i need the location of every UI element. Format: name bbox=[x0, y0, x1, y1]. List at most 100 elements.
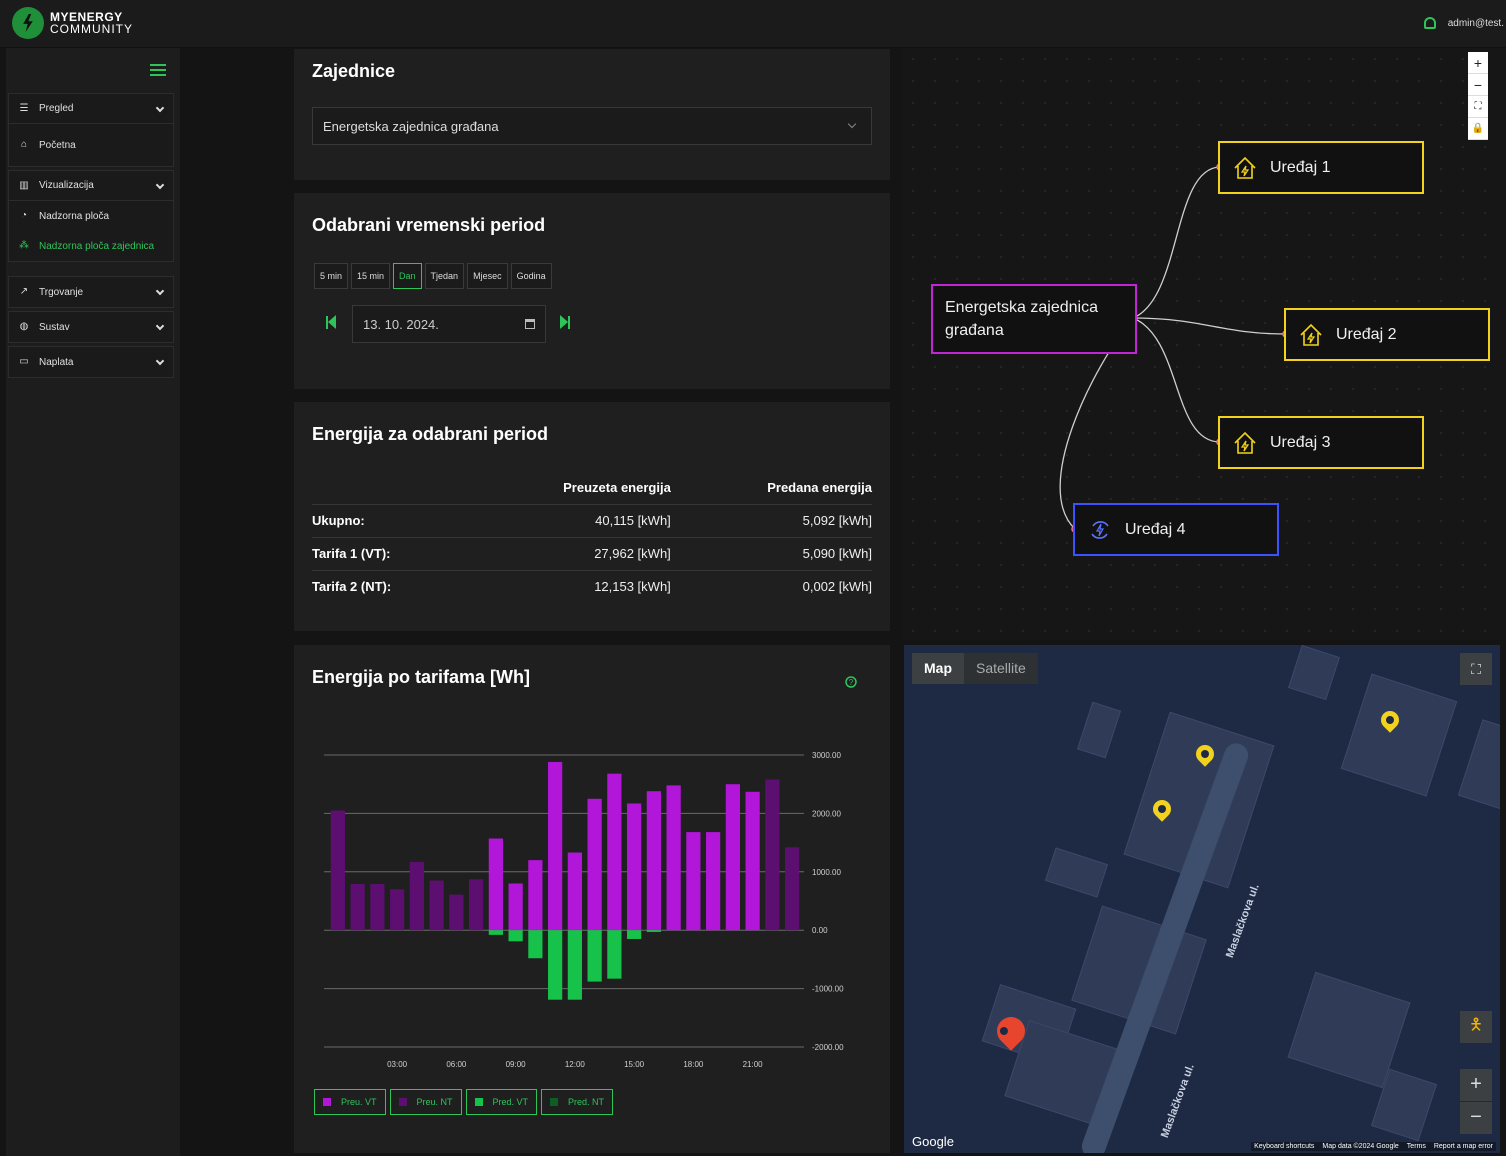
map-zoom-in-button[interactable]: + bbox=[1460, 1069, 1492, 1101]
network-icon: ⁂ bbox=[19, 240, 29, 251]
chevron-down-icon bbox=[847, 119, 857, 129]
bar-preu-vt bbox=[646, 791, 661, 931]
chevron-down-icon bbox=[155, 356, 165, 366]
bar-chart-icon: ▥ bbox=[19, 179, 29, 191]
bar-pred-vt bbox=[567, 930, 582, 1000]
map-zoom-out-button[interactable]: − bbox=[1460, 1102, 1492, 1134]
legend-pred-nt[interactable]: Pred. NT bbox=[541, 1089, 614, 1115]
dashboard-icon: ◔ bbox=[20, 210, 28, 221]
lock-button[interactable]: 🔒 bbox=[1468, 118, 1488, 140]
user-menu[interactable]: admin@test. bbox=[1423, 17, 1504, 29]
bar-preu-nt bbox=[469, 879, 484, 931]
legend-pred-vt[interactable]: Pred. VT bbox=[465, 1089, 538, 1115]
table-row: Ukupno: 40,115 [kWh] 5,092 [kWh] bbox=[312, 504, 872, 538]
x-tick-label: 21:00 bbox=[743, 1060, 764, 1069]
pegman-icon[interactable]: 🯅 bbox=[1460, 1011, 1492, 1043]
bar-pred-vt bbox=[528, 930, 543, 959]
y-tick-label: 0.00 bbox=[812, 926, 828, 935]
sidebar-item-pregled[interactable]: ☰ Pregled bbox=[9, 94, 173, 124]
community-graph: + − ⛶ 🔒 Energetska zajednica građana Ure… bbox=[902, 48, 1506, 640]
period-month-button[interactable]: Mjesec bbox=[467, 263, 508, 289]
energy-title: Energija za odabrani period bbox=[312, 424, 549, 444]
bar-pred-vt bbox=[607, 930, 622, 979]
graph-device-node-1[interactable]: Uređaj 1 bbox=[1218, 141, 1424, 194]
bar-preu-vt bbox=[567, 852, 582, 931]
wallet-icon: ▭ bbox=[19, 356, 29, 367]
logo-line2: COMMUNITY bbox=[50, 22, 133, 36]
bar-pred-vt bbox=[646, 930, 661, 932]
sidebar-item-trgovanje[interactable]: ↗ Trgovanje bbox=[9, 277, 173, 307]
user-email: admin@test. bbox=[1447, 17, 1504, 29]
y-tick-label: 2000.00 bbox=[812, 809, 841, 818]
calendar-icon[interactable] bbox=[525, 319, 535, 329]
sidebar-group-naplata: ▭ Naplata bbox=[8, 346, 174, 378]
fit-view-button[interactable]: ⛶ bbox=[1468, 96, 1488, 118]
chart-legend: Preu. VT Preu. NT Pred. VT Pred. NT bbox=[314, 1089, 614, 1115]
sidebar-item-nadzorna-ploca[interactable]: ◔ Nadzorna ploča bbox=[9, 201, 173, 231]
bar-preu-nt bbox=[409, 861, 424, 931]
period-day-button[interactable]: Dan bbox=[393, 263, 422, 289]
home-icon: ⌂ bbox=[20, 139, 28, 150]
bar-preu-nt bbox=[350, 884, 365, 931]
table-row: Tarifa 1 (VT): 27,962 [kWh] 5,090 [kWh] bbox=[312, 537, 872, 571]
logo-icon bbox=[12, 7, 44, 39]
tab-satellite[interactable]: Satellite bbox=[964, 653, 1038, 684]
header-given: Predana energija bbox=[670, 472, 872, 505]
google-logo: Google bbox=[912, 1134, 954, 1149]
legend-preu-nt[interactable]: Preu. NT bbox=[389, 1089, 462, 1115]
bar-pred-vt bbox=[508, 930, 523, 942]
table-row: Tarifa 2 (NT): 12,153 [kWh] 0,002 [kWh] bbox=[312, 579, 872, 595]
tariff-bar-chart: 3000.00 2000.00 1000.00 0.00 -1000.00 -2000.0… bbox=[324, 751, 844, 1069]
bar-preu-vt bbox=[686, 832, 701, 931]
sidebar-item-sustav[interactable]: ◍ Sustav bbox=[9, 312, 173, 342]
sidebar-item-naplata[interactable]: ▭ Naplata bbox=[9, 347, 173, 377]
y-tick-label: -1000.00 bbox=[812, 985, 844, 994]
next-date-icon[interactable] bbox=[560, 315, 572, 331]
period-year-button[interactable]: Godina bbox=[510, 263, 552, 289]
graph-device-node-4[interactable]: Uređaj 4 bbox=[1073, 503, 1279, 556]
line-chart-icon: ↗ bbox=[19, 286, 29, 297]
sidebar-group-vizualizacija: ▥ Vizualizacija ◔ Nadzorna ploča ⁂ Nadzo… bbox=[8, 170, 174, 262]
period-5min-button[interactable]: 5 min bbox=[314, 263, 349, 289]
app-logo[interactable]: MYENERGY COMMUNITY bbox=[12, 7, 133, 39]
graph-device-node-3[interactable]: Uređaj 3 bbox=[1218, 416, 1424, 469]
bar-pred-vt bbox=[587, 930, 602, 982]
period-15min-button[interactable]: 15 min bbox=[351, 263, 391, 289]
graph-device-node-2[interactable]: Uređaj 2 bbox=[1284, 308, 1490, 361]
map-footer: Keyboard shortcuts Map data ©2024 Google… bbox=[1251, 1142, 1496, 1151]
bar-pred-vt bbox=[627, 930, 642, 939]
community-select[interactable]: Energetska zajednica građana bbox=[312, 107, 872, 145]
sidebar-item-pocetna[interactable]: ⌂ Početna bbox=[9, 124, 173, 166]
chevron-down-icon bbox=[155, 321, 165, 331]
hamburger-menu-icon[interactable] bbox=[150, 64, 166, 76]
house-energy-icon bbox=[1234, 431, 1256, 454]
bar-preu-vt bbox=[508, 883, 523, 931]
sidebar-group-pregled: ☰ Pregled ⌂ Početna bbox=[8, 93, 174, 167]
bar-preu-nt bbox=[785, 847, 800, 931]
bar-preu-vt bbox=[627, 803, 642, 931]
date-input[interactable]: 13. 10. 2024. bbox=[352, 305, 546, 343]
bar-pred-vt bbox=[548, 930, 563, 1000]
bar-preu-vt bbox=[548, 762, 563, 931]
y-tick-label: -2000.00 bbox=[812, 1043, 844, 1052]
globe-icon: ◍ bbox=[19, 321, 29, 332]
tab-map[interactable]: Map bbox=[912, 653, 964, 684]
x-tick-label: 18:00 bbox=[683, 1060, 704, 1069]
previous-date-icon[interactable] bbox=[326, 315, 338, 331]
map-view[interactable]: Maslačkova ul. Maslačkova ul. Map Satell… bbox=[904, 645, 1500, 1153]
zoom-out-button[interactable]: − bbox=[1468, 74, 1488, 96]
top-bar: MYENERGY COMMUNITY admin@test. bbox=[0, 0, 1506, 48]
sidebar-item-vizualizacija[interactable]: ▥ Vizualizacija bbox=[9, 171, 173, 201]
x-tick-label: 09:00 bbox=[506, 1060, 527, 1069]
legend-preu-vt[interactable]: Preu. VT bbox=[314, 1089, 386, 1115]
sidebar-item-nadzorna-ploca-zajednica[interactable]: ⁂ Nadzorna ploča zajednica bbox=[9, 231, 173, 261]
fullscreen-icon[interactable]: ⛶ bbox=[1460, 653, 1492, 685]
period-week-button[interactable]: Tjedan bbox=[424, 263, 465, 289]
period-buttons: 5 min 15 min Dan Tjedan Mjesec Godina bbox=[314, 263, 552, 289]
bar-preu-nt bbox=[765, 779, 780, 931]
bar-preu-nt bbox=[370, 884, 385, 931]
bar-preu-nt bbox=[429, 880, 444, 931]
graph-root-node[interactable]: Energetska zajednica građana bbox=[931, 284, 1137, 354]
zoom-in-button[interactable]: + bbox=[1468, 52, 1488, 74]
energy-card: Energija za odabrani period Preuzeta ene… bbox=[294, 402, 890, 631]
